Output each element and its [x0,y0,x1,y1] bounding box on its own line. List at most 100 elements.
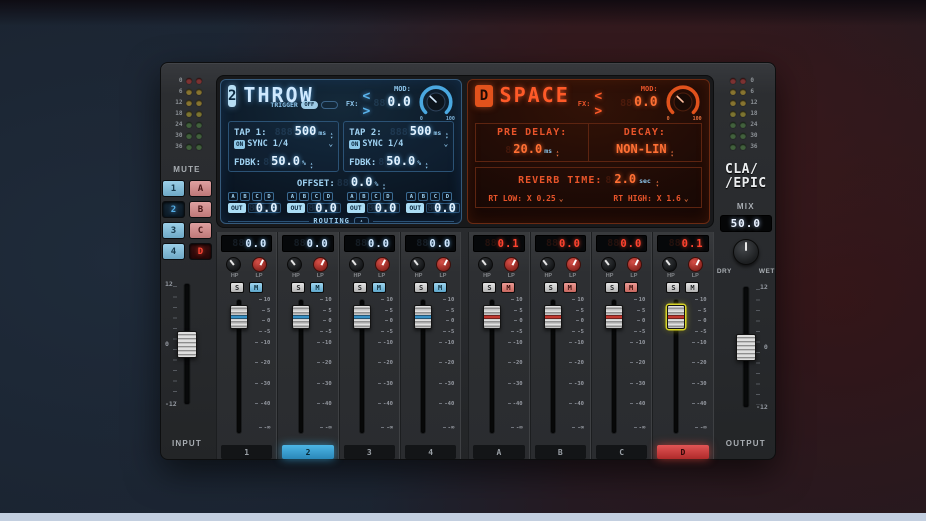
mute-button-C[interactable]: M [624,282,638,293]
mute-button-4[interactable]: M [433,282,447,293]
hp-knob[interactable] [601,257,616,272]
stepper-icon[interactable]: ▴▾ [425,162,428,170]
channel-tab-1[interactable]: 1 [221,445,272,459]
channel-tab-D[interactable]: D [657,445,708,459]
solo-button-3[interactable]: S [353,282,367,293]
routing-toggle-D[interactable]: D [442,192,452,201]
routing-out-level[interactable]: 80.0 [367,203,401,213]
stepper-icon[interactable]: ▴▾ [310,162,313,170]
chevron-down-icon[interactable]: ⌄ [328,139,333,148]
rt-high-dropdown[interactable]: RT HIGH: X 1.6 ⌄ [613,194,688,203]
mute-button-D[interactable]: D [189,243,212,260]
routing-toggle-B[interactable]: B [418,192,428,201]
solo-button-B[interactable]: S [544,282,558,293]
channel-level-display[interactable]: 880.0 [344,235,395,252]
mute-button-2[interactable]: 2 [162,201,185,218]
dry-wet-knob[interactable] [733,239,759,265]
tap1-fdbk-field[interactable]: FDBK: 8 50.0 % ▴▾ [234,154,333,169]
routing-out-level[interactable]: 80.0 [426,203,460,213]
fader-cap[interactable] [667,305,685,329]
hp-knob[interactable] [410,257,425,272]
routing-toggle-B[interactable]: B [359,192,369,201]
routing-toggle-D[interactable]: D [264,192,274,201]
tap1-on-button[interactable]: ON [234,140,245,149]
channel-level-display[interactable]: 880.1 [657,235,708,252]
output-fader[interactable]: 120-12 [723,283,769,411]
routing-out-button[interactable]: OUT [228,203,246,213]
mute-button-A[interactable]: M [501,282,515,293]
tap1-time-field[interactable]: TAP 1: 888 500 ms ▴▾ [234,124,333,139]
trigger-off-toggle[interactable]: OFF [301,101,318,109]
routing-out-button[interactable]: OUT [347,203,365,213]
mute-button-A[interactable]: A [189,180,212,197]
routing-toggle-A[interactable]: A [287,192,297,201]
mute-button-3[interactable]: 3 [162,222,185,239]
routing-out-button[interactable]: OUT [287,203,305,213]
routing-toggle-C[interactable]: C [252,192,262,201]
solo-button-D[interactable]: S [666,282,680,293]
fader-cap[interactable] [230,305,248,329]
channel-tab-B[interactable]: B [535,445,586,459]
mute-button-1[interactable]: 1 [162,180,185,197]
channel-tab-4[interactable]: 4 [405,445,456,459]
hp-knob[interactable] [662,257,677,272]
tap1-sync-value[interactable]: SYNC 1/4 [247,139,288,149]
routing-toggle-C[interactable]: C [430,192,440,201]
channel-tab-3[interactable]: 3 [344,445,395,459]
reverb-time-field[interactable]: REVERB TIME: 8 2.0 sec ▴▾ [482,172,694,188]
channel-level-display[interactable]: 880.0 [405,235,456,252]
routing-toggle-A[interactable]: A [406,192,416,201]
channel-fader-C[interactable]: 1050-5-10-20-30-40-∞ [596,297,647,443]
hp-knob[interactable] [349,257,364,272]
mix-value-display[interactable]: 50.0 [720,215,772,232]
fader-cap[interactable] [605,305,623,329]
rt-low-dropdown[interactable]: RT LOW: X 0.25 ⌄ [488,194,563,203]
stepper-icon[interactable]: ▴▾ [382,183,385,191]
lp-knob[interactable] [313,257,328,272]
lp-knob[interactable] [688,257,703,272]
decay-field[interactable]: NON-LIN ▴▾ [595,142,695,158]
routing-toggle-C[interactable]: C [371,192,381,201]
fader-cap[interactable] [414,305,432,329]
lp-knob[interactable] [252,257,267,272]
solo-button-A[interactable]: S [482,282,496,293]
channel-fader-4[interactable]: 1050-5-10-20-30-40-∞ [405,297,456,443]
solo-button-1[interactable]: S [230,282,244,293]
input-fader[interactable]: 120-12 [164,280,210,408]
routing-toggle-B[interactable]: B [299,192,309,201]
solo-button-4[interactable]: S [414,282,428,293]
channel-tab-2[interactable]: 2 [282,445,333,459]
routing-toggle-C[interactable]: C [311,192,321,201]
stepper-icon[interactable]: ▴▾ [556,150,559,158]
lp-knob[interactable] [566,257,581,272]
hp-knob[interactable] [478,257,493,272]
fader-cap[interactable] [292,305,310,329]
routing-out-level[interactable]: 80.0 [307,203,341,213]
routing-toggle-A[interactable]: A [347,192,357,201]
mute-button-1[interactable]: M [249,282,263,293]
fx-prev-next-arrows[interactable]: < > [362,89,373,119]
channel-level-display[interactable]: 880.0 [282,235,333,252]
routing-out-button[interactable]: OUT [406,203,424,213]
mute-button-B[interactable]: B [189,201,212,218]
hp-knob[interactable] [226,257,241,272]
lp-knob[interactable] [504,257,519,272]
channel-fader-D[interactable]: 1050-5-10-20-30-40-∞ [657,297,708,443]
routing-toggle-B[interactable]: B [240,192,250,201]
trigger-momentary-button[interactable] [321,101,338,109]
channel-fader-1[interactable]: 1050-5-10-20-30-40-∞ [221,297,272,443]
offset-field[interactable]: OFFSET: 88 0.0 % ▴▾ [228,175,454,189]
mute-button-4[interactable]: 4 [162,243,185,260]
routing-collapse-button[interactable]: ▴ [354,217,369,224]
lp-knob[interactable] [436,257,451,272]
stepper-icon[interactable]: ▴▾ [656,180,659,188]
mute-button-2[interactable]: M [310,282,324,293]
routing-toggle-A[interactable]: A [228,192,238,201]
fader-cap[interactable] [483,305,501,329]
routing-toggle-D[interactable]: D [383,192,393,201]
stepper-icon[interactable]: ▴▾ [671,150,674,158]
solo-button-2[interactable]: S [291,282,305,293]
tap2-time-field[interactable]: TAP 2: 888 500 ms ▴▾ [349,124,448,139]
fx-prev-next-arrows[interactable]: < > [594,89,620,119]
hp-knob[interactable] [540,257,555,272]
